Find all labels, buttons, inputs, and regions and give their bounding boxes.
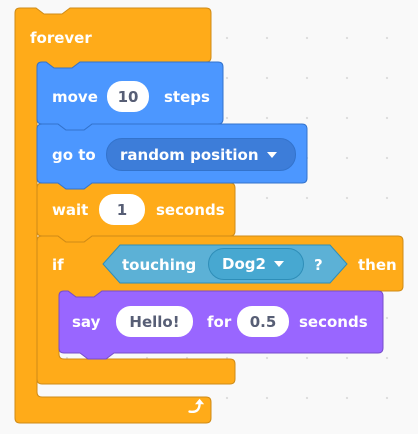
say-seconds-input[interactable]: 0.5 <box>237 306 289 337</box>
wait-label: wait <box>52 201 89 219</box>
loop-arrow-icon <box>188 398 205 414</box>
say-seconds-label: seconds <box>299 313 368 331</box>
touching-object-dropdown[interactable]: Dog2 <box>208 248 304 280</box>
say-message-input[interactable]: Hello! <box>116 306 193 337</box>
wait-seconds-label: seconds <box>156 201 225 219</box>
touching-question-mark: ? <box>314 256 323 274</box>
forever-label: forever <box>30 29 92 47</box>
dropdown-arrow-icon <box>266 151 277 158</box>
touching-label: touching <box>122 256 197 274</box>
dropdown-arrow-icon <box>273 261 284 267</box>
say-label: say <box>72 313 101 331</box>
steps-input[interactable]: 10 <box>107 81 149 112</box>
move-label: move <box>52 88 98 106</box>
if-label: if <box>52 256 64 274</box>
goto-label: go to <box>52 146 96 164</box>
goto-target-value: random position <box>120 145 259 164</box>
goto-target-dropdown[interactable]: random position <box>106 138 296 171</box>
then-label: then <box>358 256 397 274</box>
touching-object-value: Dog2 <box>222 255 266 273</box>
say-for-label: for <box>207 313 232 331</box>
steps-label: steps <box>164 88 210 106</box>
wait-seconds-input[interactable]: 1 <box>99 194 145 225</box>
